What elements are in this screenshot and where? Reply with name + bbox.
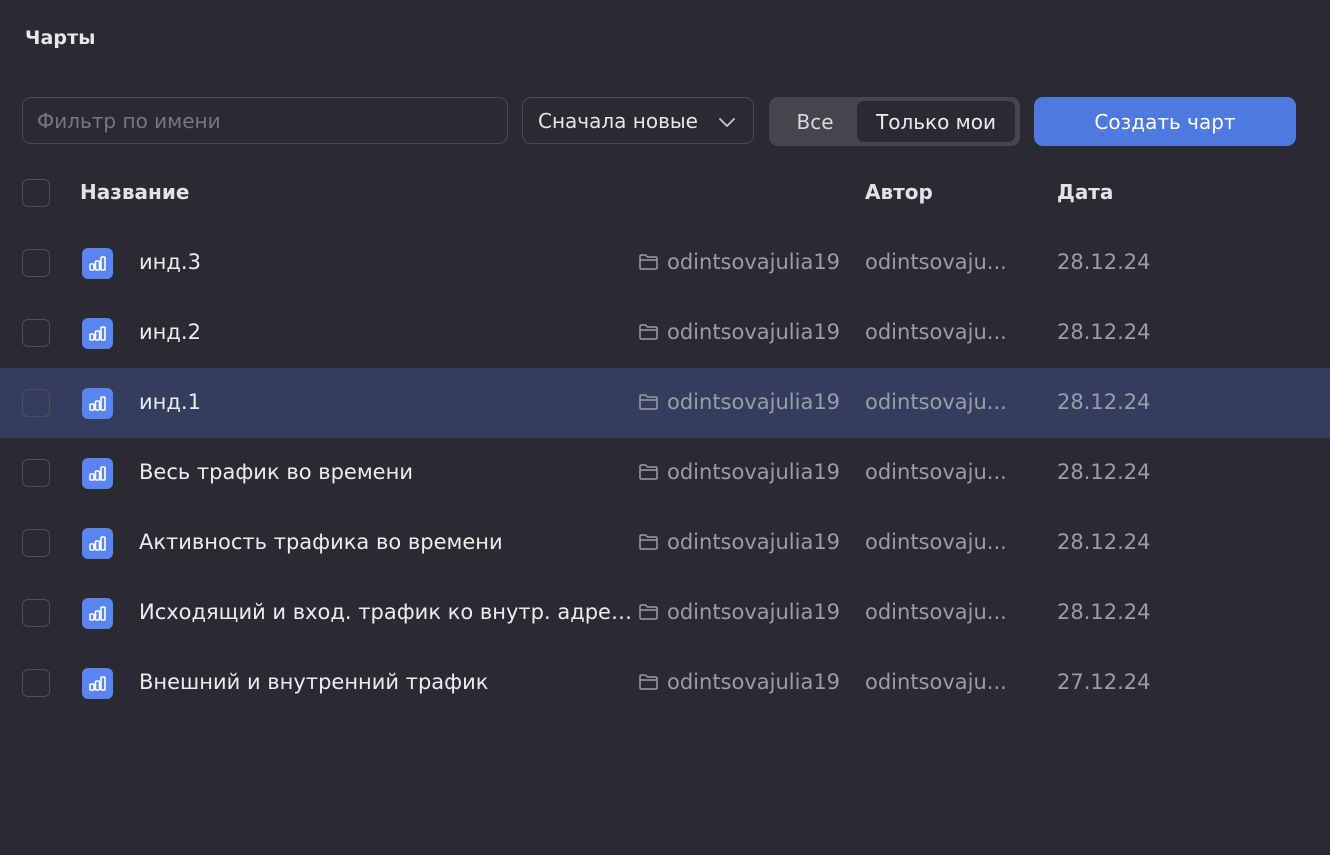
row-checkbox[interactable]	[22, 529, 50, 557]
folder-icon	[639, 604, 658, 620]
row-folder-label: odintsovajulia19	[667, 390, 841, 414]
row-name: Исходящий и вход. трафик ко внутр. адрес…	[139, 600, 636, 624]
select-all-checkbox[interactable]	[22, 179, 50, 207]
row-folder[interactable]: odintsovajulia19	[638, 320, 840, 344]
table-row[interactable]: Активность трафика во времени odintsovaj…	[0, 508, 1330, 578]
header-name[interactable]: Название	[80, 180, 189, 204]
row-date: 28.12.24	[1057, 600, 1151, 624]
toolbar: Сначала новые Все Только мои Создать чар…	[22, 97, 1312, 146]
row-date: 28.12.24	[1057, 390, 1151, 414]
row-author: odintsovaju...	[865, 320, 1005, 344]
row-checkbox[interactable]	[22, 599, 50, 627]
row-author: odintsovaju...	[865, 390, 1005, 414]
row-date: 28.12.24	[1057, 250, 1151, 274]
page-title: Чарты	[25, 27, 96, 49]
row-author: odintsovaju...	[865, 460, 1005, 484]
row-name: Весь трафик во времени	[139, 460, 413, 484]
table-row[interactable]: Внешний и внутренний трафик odintsovajul…	[0, 648, 1330, 718]
folder-icon	[639, 534, 658, 550]
header-author[interactable]: Автор	[865, 180, 933, 204]
header-date[interactable]: Дата	[1057, 180, 1113, 204]
row-folder[interactable]: odintsovajulia19	[638, 390, 840, 414]
folder-icon	[639, 464, 658, 480]
folder-icon	[639, 674, 658, 690]
sort-select-value: Сначала новые	[538, 108, 698, 133]
row-name: инд.1	[139, 390, 201, 414]
chart-icon	[82, 388, 113, 419]
chart-icon	[82, 668, 113, 699]
folder-icon	[639, 254, 658, 270]
row-checkbox[interactable]	[22, 669, 50, 697]
chart-icon	[82, 248, 113, 279]
row-checkbox[interactable]	[22, 459, 50, 487]
table-row[interactable]: Весь трафик во времени odintsovajulia19 …	[0, 438, 1330, 508]
row-name: Внешний и внутренний трафик	[139, 670, 489, 694]
row-checkbox[interactable]	[22, 389, 50, 417]
table-row[interactable]: инд.1 odintsovajulia19 odintsovaju... 28…	[0, 368, 1330, 438]
chart-icon	[82, 458, 113, 489]
row-folder-label: odintsovajulia19	[667, 460, 841, 484]
chevron-down-icon	[719, 118, 735, 127]
table-row[interactable]: Исходящий и вход. трафик ко внутр. адрес…	[0, 578, 1330, 648]
row-date: 28.12.24	[1057, 320, 1151, 344]
row-author: odintsovaju...	[865, 530, 1005, 554]
row-name: инд.2	[139, 320, 201, 344]
row-folder[interactable]: odintsovajulia19	[638, 460, 840, 484]
charts-page: Чарты Сначала новые Все Только мои Созда…	[0, 0, 1330, 855]
chart-icon	[82, 318, 113, 349]
folder-icon	[639, 324, 658, 340]
row-author: odintsovaju...	[865, 670, 1005, 694]
sort-select[interactable]: Сначала новые	[522, 97, 754, 144]
row-date: 28.12.24	[1057, 460, 1151, 484]
segment-all[interactable]: Все	[773, 101, 857, 142]
row-folder-label: odintsovajulia19	[667, 600, 841, 624]
create-chart-button[interactable]: Создать чарт	[1034, 97, 1296, 146]
row-folder-label: odintsovajulia19	[667, 320, 841, 344]
table-row[interactable]: инд.3 odintsovajulia19 odintsovaju... 28…	[0, 228, 1330, 298]
row-folder[interactable]: odintsovajulia19	[638, 670, 840, 694]
row-date: 27.12.24	[1057, 670, 1151, 694]
charts-list: инд.3 odintsovajulia19 odintsovaju... 28…	[0, 228, 1330, 718]
chart-icon	[82, 598, 113, 629]
row-checkbox[interactable]	[22, 249, 50, 277]
row-author: odintsovaju...	[865, 600, 1005, 624]
ownership-filter: Все Только мои	[769, 97, 1020, 146]
row-author: odintsovaju...	[865, 250, 1005, 274]
row-date: 28.12.24	[1057, 530, 1151, 554]
row-checkbox[interactable]	[22, 319, 50, 347]
row-name: инд.3	[139, 250, 201, 274]
filter-input[interactable]	[22, 97, 508, 144]
segment-only-mine[interactable]: Только мои	[857, 101, 1015, 142]
row-folder[interactable]: odintsovajulia19	[638, 530, 840, 554]
row-folder-label: odintsovajulia19	[667, 670, 841, 694]
chart-icon	[82, 528, 113, 559]
table-header: Название Автор Дата	[0, 178, 1330, 208]
row-folder[interactable]: odintsovajulia19	[638, 250, 840, 274]
row-folder[interactable]: odintsovajulia19	[638, 600, 840, 624]
row-folder-label: odintsovajulia19	[667, 530, 841, 554]
row-folder-label: odintsovajulia19	[667, 250, 841, 274]
folder-icon	[639, 394, 658, 410]
table-row[interactable]: инд.2 odintsovajulia19 odintsovaju... 28…	[0, 298, 1330, 368]
row-name: Активность трафика во времени	[139, 530, 503, 554]
